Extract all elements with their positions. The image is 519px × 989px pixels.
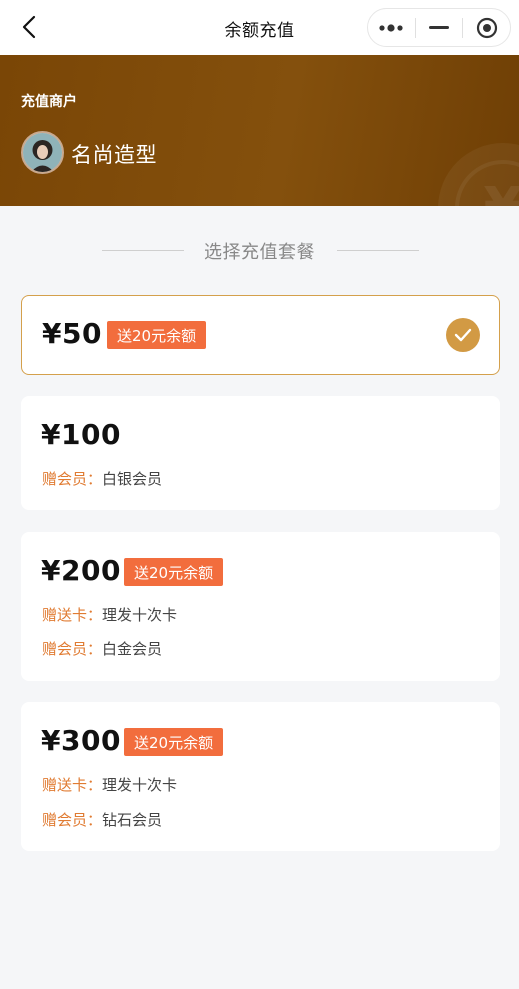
gift-membership: 赠会员：白金会员 bbox=[42, 638, 162, 659]
gift-value: 白金会员 bbox=[102, 640, 163, 658]
more-dots-icon bbox=[379, 23, 403, 32]
merchant-label: 充值商户 bbox=[21, 94, 77, 110]
minimize-button[interactable] bbox=[416, 9, 463, 46]
gift-membership: 赠会员：钻石会员 bbox=[42, 809, 162, 830]
package-card-300[interactable]: ¥300 送20元余额 赠送卡：理发十次卡 赠会员：钻石会员 bbox=[21, 702, 500, 851]
gift-key: 赠送卡： bbox=[42, 776, 103, 794]
gift-key: 赠会员： bbox=[42, 470, 103, 488]
more-button[interactable] bbox=[368, 9, 415, 46]
merchant-name: 名尚造型 bbox=[71, 143, 157, 167]
package-price: ¥50 bbox=[42, 317, 102, 350]
package-card-100[interactable]: ¥100 赠会员：白银会员 bbox=[21, 396, 500, 510]
gift-key: 赠会员： bbox=[42, 640, 103, 658]
gift-value: 理发十次卡 bbox=[102, 606, 178, 624]
bonus-tag: 送20元余额 bbox=[124, 728, 224, 756]
nav-bar: 余额充值 bbox=[0, 0, 519, 55]
package-card-200[interactable]: ¥200 送20元余额 赠送卡：理发十次卡 赠会员：白金会员 bbox=[21, 532, 500, 681]
package-price: ¥100 bbox=[41, 418, 121, 451]
gift-value: 理发十次卡 bbox=[102, 776, 178, 794]
merchant-banner: ¥ 充值商户 名尚造型 bbox=[0, 55, 519, 206]
gift-card: 赠送卡：理发十次卡 bbox=[42, 774, 177, 795]
divider-line bbox=[337, 250, 419, 251]
bonus-tag: 送20元余额 bbox=[107, 321, 207, 349]
bonus-tag: 送20元余额 bbox=[124, 558, 224, 586]
gift-membership: 赠会员：白银会员 bbox=[42, 468, 162, 489]
close-circle-icon bbox=[476, 17, 497, 38]
package-card-50[interactable]: ¥50 送20元余额 bbox=[21, 295, 500, 375]
selected-check-icon bbox=[446, 318, 480, 352]
gift-value: 钻石会员 bbox=[102, 811, 163, 829]
merchant-avatar bbox=[21, 131, 64, 174]
mini-program-capsule bbox=[367, 8, 511, 47]
minimize-icon bbox=[429, 25, 449, 29]
section-heading: 选择充值套餐 bbox=[0, 238, 519, 264]
gift-card: 赠送卡：理发十次卡 bbox=[42, 604, 177, 625]
section-title: 选择充值套餐 bbox=[204, 242, 315, 263]
close-button[interactable] bbox=[463, 9, 510, 46]
gift-key: 赠送卡： bbox=[42, 606, 103, 624]
gift-key: 赠会员： bbox=[42, 811, 103, 829]
package-price: ¥300 bbox=[41, 724, 121, 757]
gift-value: 白银会员 bbox=[102, 470, 163, 488]
package-price: ¥200 bbox=[41, 554, 121, 587]
